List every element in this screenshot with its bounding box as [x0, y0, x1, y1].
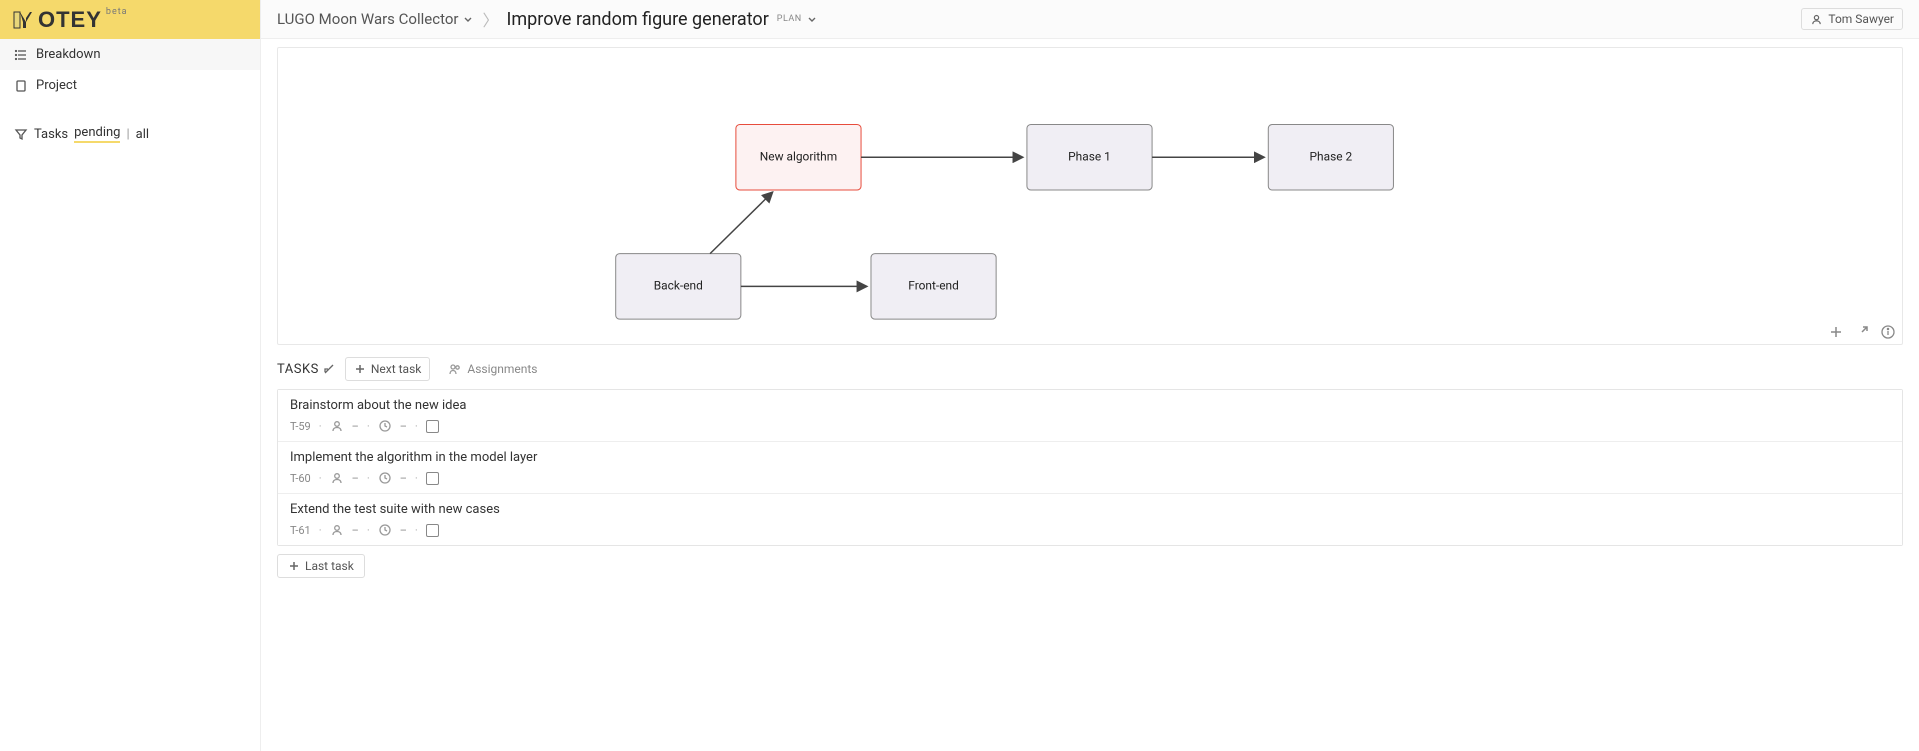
- tasks-title: TASKS: [277, 362, 335, 377]
- clock-icon[interactable]: [378, 523, 392, 537]
- clock-icon[interactable]: [378, 471, 392, 485]
- user-name: Tom Sawyer: [1828, 12, 1894, 26]
- node-label: New algorithm: [760, 149, 837, 163]
- logo: OTEY beta: [12, 7, 128, 33]
- info-icon[interactable]: [1880, 324, 1896, 340]
- chevron-down-icon: [806, 13, 818, 25]
- sidebar-item-breakdown[interactable]: Breakdown: [0, 39, 260, 70]
- user-chip[interactable]: Tom Sawyer: [1801, 8, 1903, 30]
- beta-badge: beta: [106, 7, 128, 17]
- task-meta: T-61 · – · – ·: [290, 523, 1890, 537]
- canvas-actions: [1828, 324, 1896, 340]
- document-icon: [14, 79, 28, 93]
- diagram-canvas[interactable]: Back-end Front-end New algorithm Phase 1: [277, 47, 1903, 345]
- main: LUGO Moon Wars Collector 〉 Improve rando…: [261, 0, 1919, 751]
- users-icon: [448, 362, 462, 376]
- node-backend[interactable]: Back-end: [616, 254, 741, 320]
- time-value: –: [400, 472, 407, 485]
- node-phase2[interactable]: Phase 2: [1268, 124, 1393, 190]
- breadcrumb-project[interactable]: LUGO Moon Wars Collector: [277, 10, 474, 28]
- add-node-button[interactable]: [1828, 324, 1844, 340]
- plus-icon: [288, 560, 300, 572]
- logo-text: OTEY: [38, 7, 102, 33]
- time-value: –: [400, 524, 407, 537]
- tasks-panel: TASKS Next task: [277, 357, 1903, 578]
- breadcrumb: LUGO Moon Wars Collector 〉 Improve rando…: [277, 7, 1793, 31]
- tasks-title-label: TASKS: [277, 362, 319, 377]
- logo-bar[interactable]: OTEY beta: [0, 0, 260, 39]
- task-title: Brainstorm about the new idea: [290, 398, 1890, 413]
- edge-backend-newalg: [710, 192, 773, 254]
- sidebar-item-label: Project: [36, 78, 77, 93]
- task-meta: T-60 · – · – ·: [290, 471, 1890, 485]
- plan-badge: PLAN: [777, 14, 802, 24]
- node-phase1[interactable]: Phase 1: [1027, 124, 1152, 190]
- sidebar-item-project[interactable]: Project: [0, 70, 260, 101]
- node-frontend[interactable]: Front-end: [871, 254, 996, 320]
- task-checkbox[interactable]: [426, 472, 439, 485]
- breadcrumb-separator-icon: 〉: [482, 7, 498, 31]
- list-icon: [14, 48, 28, 62]
- assignee-icon[interactable]: [330, 523, 344, 537]
- tasks-filter-label: Tasks: [34, 127, 68, 142]
- assignee-value: –: [352, 524, 359, 537]
- task-id: T-61: [290, 524, 311, 537]
- assignee-icon[interactable]: [330, 419, 344, 433]
- task-list: Brainstorm about the new idea T-59 · – ·…: [277, 389, 1903, 546]
- task-row[interactable]: Implement the algorithm in the model lay…: [278, 442, 1902, 494]
- last-task-label: Last task: [305, 559, 354, 573]
- filter-option-all[interactable]: all: [136, 127, 149, 142]
- node-label: Back-end: [654, 279, 703, 293]
- task-checkbox[interactable]: [426, 420, 439, 433]
- logo-mark-icon: [12, 8, 36, 32]
- plus-icon: [354, 363, 366, 375]
- assignments-button[interactable]: Assignments: [440, 358, 545, 380]
- last-task-button[interactable]: Last task: [277, 554, 365, 578]
- assignee-icon[interactable]: [330, 471, 344, 485]
- time-value: –: [400, 420, 407, 433]
- task-title: Extend the test suite with new cases: [290, 502, 1890, 517]
- sidebar: OTEY beta Breakdown Project: [0, 0, 261, 751]
- tasks-header: TASKS Next task: [277, 357, 1903, 381]
- task-id: T-59: [290, 420, 311, 433]
- next-task-label: Next task: [371, 362, 422, 376]
- task-id: T-60: [290, 472, 311, 485]
- task-meta: T-59 · – · – ·: [290, 419, 1890, 433]
- chevron-down-icon: [462, 13, 474, 25]
- task-title: Implement the algorithm in the model lay…: [290, 450, 1890, 465]
- expand-icon[interactable]: [1854, 324, 1870, 340]
- sidebar-item-label: Breakdown: [36, 47, 101, 62]
- topbar: LUGO Moon Wars Collector 〉 Improve rando…: [261, 0, 1919, 39]
- next-task-button[interactable]: Next task: [345, 357, 431, 381]
- assignee-value: –: [352, 420, 359, 433]
- assignments-label: Assignments: [467, 362, 537, 376]
- task-row[interactable]: Brainstorm about the new idea T-59 · – ·…: [278, 390, 1902, 442]
- node-new-algorithm[interactable]: New algorithm: [736, 124, 861, 190]
- filter-divider: |: [126, 127, 129, 142]
- tasks-filter: Tasks pending | all: [14, 125, 246, 143]
- node-label: Phase 2: [1310, 149, 1353, 163]
- breadcrumb-plan[interactable]: Improve random figure generator PLAN: [506, 9, 817, 30]
- collapse-icon[interactable]: [323, 363, 335, 375]
- clock-icon[interactable]: [378, 419, 392, 433]
- node-label: Front-end: [908, 279, 959, 293]
- filter-icon: [14, 127, 28, 141]
- node-label: Phase 1: [1068, 149, 1111, 163]
- filter-option-pending[interactable]: pending: [74, 125, 120, 143]
- user-icon: [1810, 13, 1823, 26]
- task-checkbox[interactable]: [426, 524, 439, 537]
- breadcrumb-project-label: LUGO Moon Wars Collector: [277, 10, 458, 28]
- breadcrumb-plan-label: Improve random figure generator: [506, 9, 768, 30]
- task-row[interactable]: Extend the test suite with new cases T-6…: [278, 494, 1902, 545]
- assignee-value: –: [352, 472, 359, 485]
